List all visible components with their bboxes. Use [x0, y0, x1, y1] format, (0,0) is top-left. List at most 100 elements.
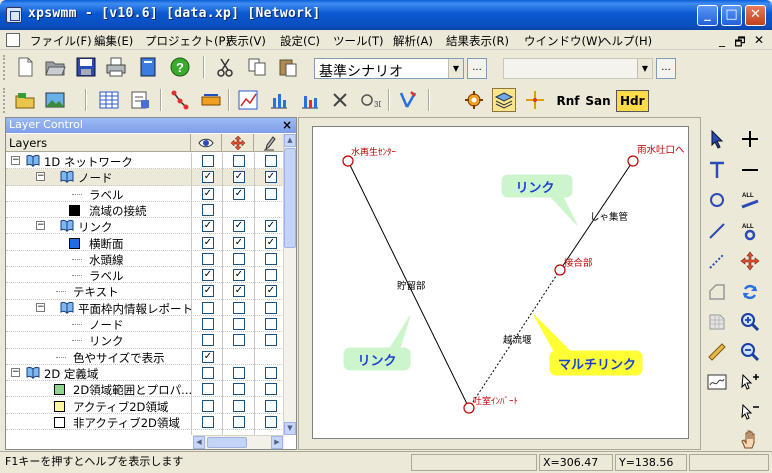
graph-icon[interactable] [236, 88, 260, 112]
zoom-out-icon[interactable] [737, 339, 763, 365]
layer-row[interactable]: リンク [6, 332, 284, 349]
profile-icon[interactable] [199, 88, 223, 112]
menu-project[interactable]: プロジェクト(P) [145, 33, 230, 49]
visible-checkbox[interactable] [202, 366, 214, 379]
editable-checkbox[interactable] [265, 269, 277, 282]
visible-checkbox[interactable] [202, 318, 214, 330]
polygon-tool-icon[interactable] [704, 309, 730, 335]
secondary-options-button[interactable]: ... [656, 58, 676, 79]
visible-checkbox[interactable]: ✓ [202, 220, 214, 233]
scroll-thumb[interactable] [207, 437, 247, 448]
layer-row[interactable]: ノード [6, 316, 284, 333]
scroll-right-icon[interactable]: ▶ [271, 436, 283, 449]
selectable-checkbox[interactable] [233, 155, 245, 167]
selectable-checkbox[interactable] [233, 366, 245, 379]
bar-chart-icon[interactable] [267, 88, 291, 112]
editable-checkbox[interactable] [265, 399, 277, 412]
all-links-icon[interactable]: ALL [737, 187, 763, 213]
visibility-column-header[interactable] [191, 134, 222, 152]
layer-row[interactable]: ラベル ✓ ✓ [6, 186, 284, 202]
editable-checkbox[interactable]: ✓ [265, 285, 277, 298]
report-icon[interactable] [136, 55, 160, 79]
collapse-icon[interactable]: − [36, 172, 45, 182]
background-image-icon[interactable] [43, 88, 67, 112]
open-folder-icon[interactable] [43, 55, 67, 79]
scroll-left-icon[interactable]: ◀ [193, 436, 205, 449]
editable-checkbox[interactable]: ✓ [265, 171, 277, 184]
mdi-close-button[interactable]: ✕ [751, 33, 767, 47]
scenario-options-button[interactable]: ... [467, 58, 487, 79]
all-nodes-icon[interactable]: ALL [737, 218, 763, 244]
editable-checkbox[interactable]: ✓ [265, 236, 277, 249]
visible-checkbox[interactable] [202, 252, 214, 265]
save-icon[interactable] [74, 55, 98, 79]
collapse-icon[interactable]: − [11, 156, 20, 165]
properties-icon[interactable] [128, 88, 152, 112]
close-button[interactable]: ✕ [745, 5, 766, 26]
paste-icon[interactable] [276, 55, 300, 79]
secondary-select[interactable]: ▼ [503, 58, 653, 79]
selectable-checkbox[interactable] [233, 415, 245, 428]
chevron-down-icon[interactable]: ▼ [448, 59, 463, 78]
check-icon[interactable] [396, 88, 420, 112]
edit-column-header[interactable] [254, 134, 284, 152]
editable-checkbox[interactable] [265, 155, 277, 167]
editable-checkbox[interactable] [265, 383, 277, 396]
layer-vertical-scrollbar[interactable]: ▲ ▼ [283, 134, 296, 435]
visible-checkbox[interactable] [202, 399, 214, 412]
refresh-icon[interactable] [737, 279, 763, 305]
ruler-icon[interactable] [704, 339, 730, 365]
select-arrow-icon[interactable] [704, 126, 730, 152]
toolbar-grip[interactable] [3, 88, 6, 113]
print-icon[interactable] [104, 55, 128, 79]
layer-row[interactable]: ラベル ✓ ✓ [6, 267, 284, 284]
selectable-checkbox[interactable] [233, 301, 245, 314]
remove-icon[interactable] [737, 157, 763, 183]
document-icon[interactable] [6, 33, 20, 47]
visible-checkbox[interactable]: ✓ [202, 269, 214, 282]
editable-checkbox[interactable] [265, 318, 277, 330]
visible-checkbox[interactable]: ✓ [202, 236, 214, 249]
layer-row[interactable]: アクティブ2D領域 [6, 398, 284, 414]
layer-row[interactable]: 横断面 ✓ ✓ ✓ [6, 235, 284, 251]
visible-checkbox[interactable] [202, 334, 214, 347]
menu-analysis[interactable]: 解析(A) [393, 33, 433, 49]
zoom-previous-icon[interactable] [737, 399, 763, 425]
menu-file[interactable]: ファイル(F) [30, 33, 92, 49]
scroll-thumb[interactable] [284, 148, 296, 248]
layer-row[interactable]: テキスト ✓ ✓ ✓ [6, 283, 284, 300]
maximize-button[interactable]: □ [721, 5, 742, 26]
circle-tool-icon[interactable] [704, 187, 730, 213]
visible-checkbox[interactable] [202, 203, 214, 216]
visible-checkbox[interactable]: ✓ [202, 171, 214, 184]
san-button[interactable]: San [585, 90, 610, 112]
editable-checkbox[interactable]: ✓ [265, 220, 277, 233]
line-tool-icon[interactable] [704, 218, 730, 244]
menu-tools[interactable]: ツール(T) [333, 33, 384, 49]
scenario-select[interactable]: 基準シナリオ ▼ [314, 58, 464, 80]
scroll-up-icon[interactable]: ▲ [284, 134, 296, 147]
selectable-checkbox[interactable] [233, 252, 245, 265]
layer-row[interactable]: 流域の接続 [6, 202, 284, 219]
scroll-down-icon[interactable]: ▼ [284, 422, 296, 435]
visible-checkbox[interactable]: ✓ [202, 350, 214, 363]
selectable-checkbox[interactable]: ✓ [233, 187, 245, 200]
layer-row[interactable]: 色やサイズで表示 ✓ [6, 349, 284, 365]
menu-settings[interactable]: 設定(C) [280, 33, 320, 49]
chevron-down-icon[interactable]: ▼ [637, 59, 652, 78]
mdi-minimize-button[interactable]: _ [714, 33, 730, 47]
settings-gear-icon[interactable] [462, 88, 486, 112]
visible-checkbox[interactable] [202, 301, 214, 314]
layer-row[interactable]: − ノード ✓ ✓ ✓ [6, 169, 284, 186]
selectable-checkbox[interactable]: ✓ [233, 220, 245, 233]
text-tool-icon[interactable] [704, 157, 730, 183]
network-canvas[interactable]: 水再生ｾﾝﾀｰ 雨水吐口へ 接合部 吐室ｲﾝﾊﾞｰﾄ 貯留部 しゃ集管 越流堰 … [312, 126, 689, 439]
graph-window-icon[interactable] [704, 369, 730, 395]
visible-checkbox[interactable] [202, 155, 214, 167]
layer-row[interactable]: − 2D 定義域 [6, 365, 284, 382]
table-icon[interactable] [97, 88, 121, 112]
mdi-restore-button[interactable]: 🗗 [732, 33, 748, 54]
node-marker[interactable] [627, 155, 639, 167]
selectable-checkbox[interactable]: ✓ [233, 269, 245, 282]
rnf-button[interactable]: Rnf [556, 90, 580, 112]
